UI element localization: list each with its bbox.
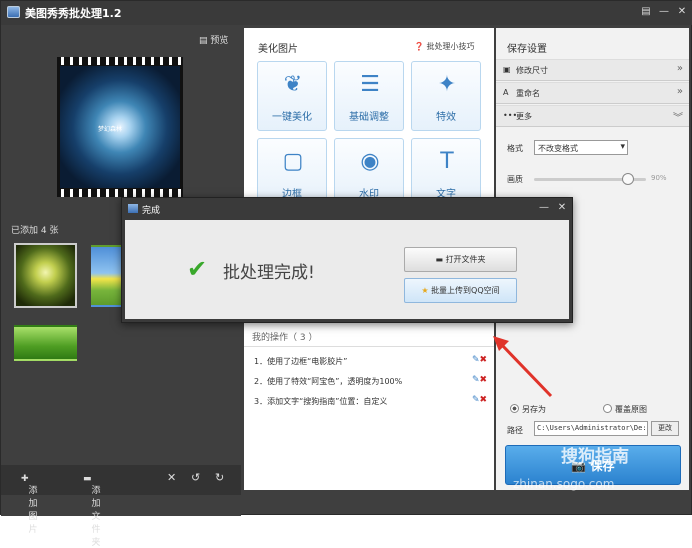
annotation-arrow [493,336,553,398]
app-window: 美图秀秀批处理1.2 ▤ — ✕ ▤ 预览 梦幻森林 已添加 4 张 ✚ 添加图… [0,0,692,548]
watermark-url: zhinan.sogo.com [513,477,615,491]
arrow-line [499,342,553,398]
watermark-text: 搜狗指南 [561,447,629,467]
